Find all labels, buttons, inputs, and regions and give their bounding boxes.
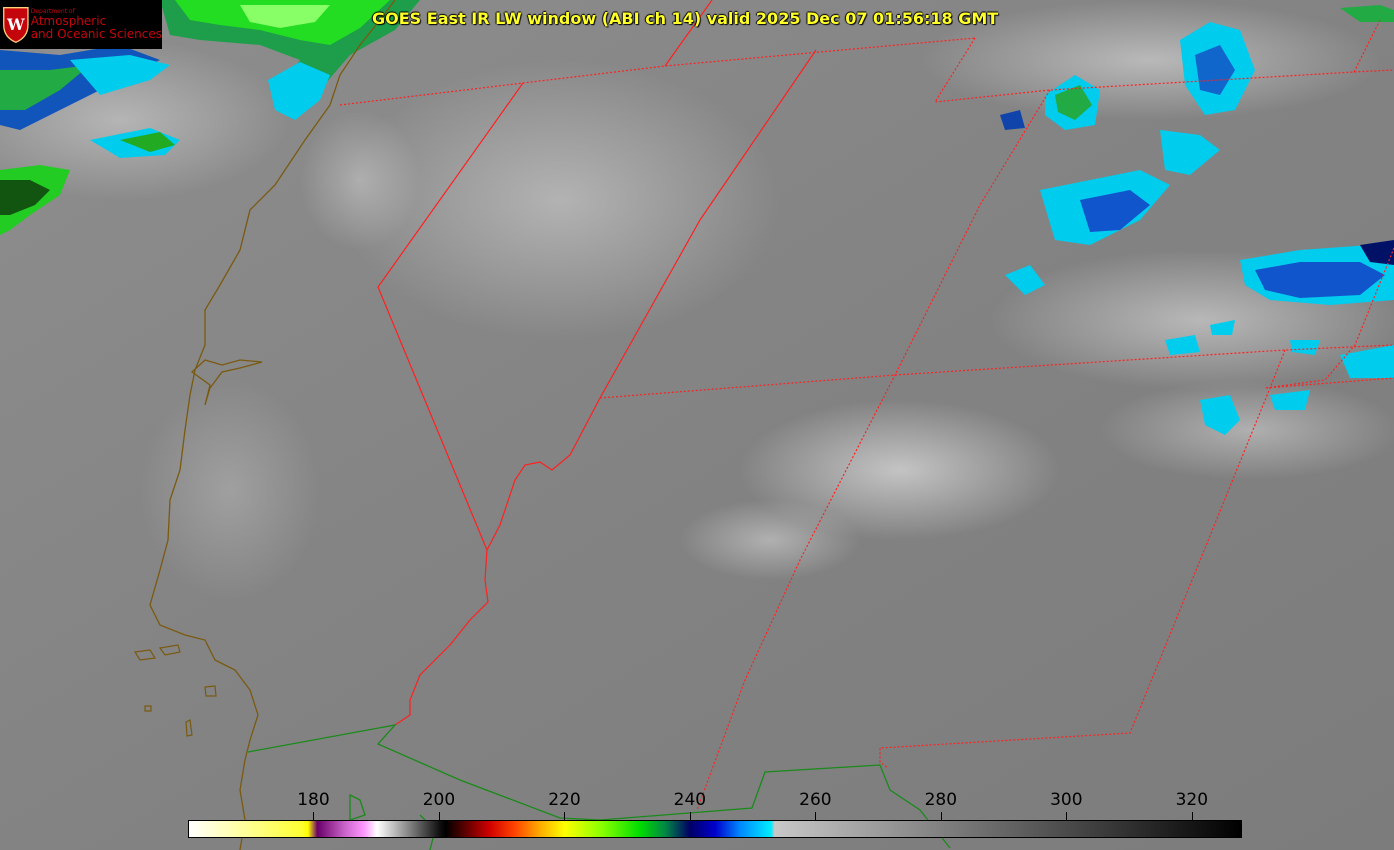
- colorbar-labels: 180 200 220 240 260 280 300 320: [188, 788, 1242, 812]
- logo-text: Department of Atmospheric and Oceanic Sc…: [30, 8, 162, 41]
- colorbar-tick-label: 180: [297, 790, 330, 810]
- image-title: GOES East IR LW window (ABI ch 14) valid…: [372, 9, 999, 28]
- colorbar-tick-label: 320: [1175, 790, 1209, 810]
- colorbar-tick-mark: [940, 812, 942, 820]
- aos-logo: W Department of Atmospheric and Oceanic …: [0, 0, 162, 49]
- colorbar-tick-label: 240: [673, 790, 707, 810]
- logo-line-1: Atmospheric: [30, 14, 107, 29]
- colorbar-tick-mark: [564, 812, 566, 820]
- colorbar-ticks: [188, 812, 1242, 820]
- uw-crest-letter: W: [6, 15, 25, 34]
- colorbar-tick-label: 200: [422, 790, 456, 810]
- ir-satellite-map: [0, 0, 1394, 850]
- colorbar-tick-label: 220: [548, 790, 581, 810]
- colorbar-tick-mark: [438, 812, 440, 820]
- colorbar-tick-mark: [1191, 812, 1193, 820]
- uw-crest-icon: W: [3, 6, 29, 43]
- colorbar-tick-mark: [1066, 812, 1068, 820]
- colorbar-tick-label: 280: [924, 790, 958, 810]
- colorbar: 180 200 220 240 260 280 300 320: [188, 788, 1242, 838]
- satellite-map-viewer: W Department of Atmospheric and Oceanic …: [0, 0, 1394, 850]
- colorbar-tick-mark: [815, 812, 817, 820]
- colorbar-tick-label: 260: [799, 790, 832, 810]
- colorbar-tick-mark: [313, 812, 315, 820]
- colorbar-tick-mark: [689, 812, 691, 820]
- logo-line-2: and Oceanic Sciences: [30, 26, 162, 41]
- colorbar-gradient: [188, 820, 1242, 838]
- colorbar-tick-label: 300: [1050, 790, 1083, 810]
